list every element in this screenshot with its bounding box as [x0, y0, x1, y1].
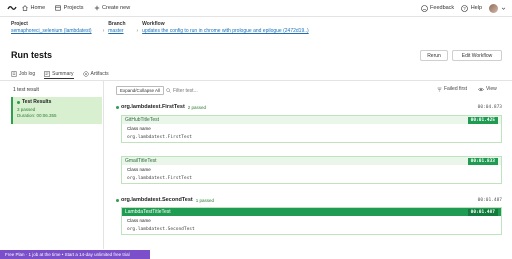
group-name: org.lambdatest.SecondTest — [121, 197, 193, 203]
filter-placeholder: Filter test... — [173, 87, 198, 94]
test-group-header[interactable]: org.lambdatest.SecondTest 1 passed 00:01… — [116, 196, 502, 204]
projects-icon — [55, 5, 61, 11]
group-time: 00:04.873 — [477, 104, 502, 110]
semaphore-logo-icon[interactable] — [6, 3, 17, 14]
test-results-card[interactable]: Test Results 3 passed Duration: 00:06.35… — [11, 97, 102, 124]
test-case[interactable]: LambdaTestTitleTest 00:01.487 Class name… — [121, 207, 502, 235]
failed-first-label: Failed first — [444, 86, 468, 92]
test-group-header[interactable]: org.lambdatest.FirstTest 2 passed 00:04.… — [116, 103, 502, 111]
eye-icon — [478, 87, 484, 91]
tabs-divider — [0, 80, 512, 81]
test-case-header[interactable]: GitHubTitleTest 00:01.425 — [122, 116, 501, 124]
summary-icon — [44, 70, 50, 77]
search-icon — [166, 88, 171, 93]
workflow-link[interactable]: updates the config to run in chrome with… — [142, 28, 309, 35]
filter-test-input[interactable]: Filter test... — [166, 86, 236, 95]
tab-artifacts[interactable]: Artifacts — [82, 69, 109, 79]
test-case-name: LambdaTestTitleTest — [125, 209, 171, 215]
nav-projects-label: Projects — [63, 5, 84, 11]
failed-first-toggle[interactable]: Failed first — [437, 86, 467, 92]
group-status: 1 passed — [195, 197, 214, 203]
context-breadcrumb: Project semaphoreci_selenium (lambdatest… — [11, 21, 320, 35]
status-dot-icon — [17, 100, 20, 104]
page-title: Run tests — [11, 50, 53, 60]
branch-label: Branch — [108, 21, 126, 27]
class-name-value: org.lambdatest.FirstTest — [127, 176, 193, 181]
tab-job-log-label: Job log — [19, 71, 36, 77]
test-case-header[interactable]: LambdaTestTitleTest 00:01.487 — [122, 208, 501, 216]
avatar[interactable] — [489, 3, 498, 13]
smile-icon — [420, 4, 428, 12]
workflow-label: Workflow — [142, 21, 165, 27]
project-label: Project — [11, 21, 28, 27]
test-case[interactable]: GitHubTitleTest 00:01.425 Class name org… — [121, 115, 502, 143]
top-nav: Home Projects Create new Feedback ? Help — [0, 0, 512, 17]
project-link[interactable]: semaphoreci_selenium (lambdatest) — [11, 28, 92, 35]
rerun-button[interactable]: Rerun — [420, 50, 448, 61]
test-case-time: 00:01.487 — [467, 208, 498, 216]
group-time: 00:01.487 — [477, 197, 502, 203]
test-case-time: 00:01.833 — [467, 157, 498, 165]
tab-bar: Job log Summary Artifacts — [11, 69, 118, 79]
test-case[interactable]: GmailTitleTest 00:01.833 Class name org.… — [121, 156, 502, 184]
joblog-icon — [11, 71, 17, 77]
panel-divider — [103, 81, 104, 249]
svg-text:?: ? — [463, 6, 466, 11]
group-status: 2 passed — [187, 104, 207, 110]
nav-projects[interactable]: Projects — [55, 5, 84, 11]
result-duration: Duration: 00:06.355 — [17, 113, 57, 118]
expand-collapse-button[interactable]: Expand/Collapse All — [116, 86, 165, 95]
breadcrumb-separator: › — [102, 28, 105, 34]
status-dot-icon — [116, 198, 119, 202]
test-case-header[interactable]: GmailTitleTest 00:01.833 — [122, 157, 501, 165]
free-plan-banner[interactable]: Free Plan · 1 job at the time • Start a … — [0, 250, 150, 259]
group-name: org.lambdatest.FirstTest — [121, 104, 185, 110]
feedback-label: Feedback — [430, 5, 455, 11]
tab-summary[interactable]: Summary — [44, 69, 74, 79]
test-case-name: GitHubTitleTest — [125, 117, 159, 123]
class-name-value: org.lambdatest.FirstTest — [127, 135, 193, 140]
help-label: Help — [470, 5, 482, 11]
view-label: View — [486, 86, 497, 92]
branch-link[interactable]: master — [108, 28, 125, 35]
help-link[interactable]: ? Help — [461, 4, 482, 12]
nav-home-label: Home — [30, 5, 46, 11]
plus-icon — [94, 5, 99, 11]
test-result-count: 1 test result — [13, 87, 39, 93]
test-case-name: GmailTitleTest — [125, 158, 157, 164]
result-status: 3 passed — [17, 107, 36, 112]
tab-job-log[interactable]: Job log — [11, 69, 35, 79]
tab-artifacts-label: Artifacts — [90, 71, 109, 77]
feedback-link[interactable]: Feedback — [420, 4, 455, 12]
edit-workflow-button[interactable]: Edit Workflow — [452, 50, 502, 61]
result-title: Test Results — [22, 99, 52, 105]
sort-icon — [437, 87, 442, 91]
class-name-label: Class name — [127, 126, 151, 131]
test-case-time: 00:01.425 — [467, 116, 498, 124]
artifacts-icon — [82, 71, 89, 77]
nav-home[interactable]: Home — [22, 5, 45, 11]
tab-summary-label: Summary — [52, 70, 74, 77]
nav-create-new[interactable]: Create new — [94, 5, 131, 11]
class-name-value: org.lambdatest.SecondTest — [127, 227, 195, 232]
class-name-label: Class name — [127, 218, 151, 223]
view-toggle[interactable]: View — [478, 86, 497, 92]
class-name-label: Class name — [127, 167, 151, 172]
help-icon: ? — [461, 4, 468, 12]
status-dot-icon — [116, 105, 119, 109]
breadcrumb-separator: › — [136, 28, 139, 34]
chevron-down-icon[interactable] — [501, 6, 506, 11]
nav-create-new-label: Create new — [102, 5, 131, 11]
home-icon — [22, 5, 28, 11]
